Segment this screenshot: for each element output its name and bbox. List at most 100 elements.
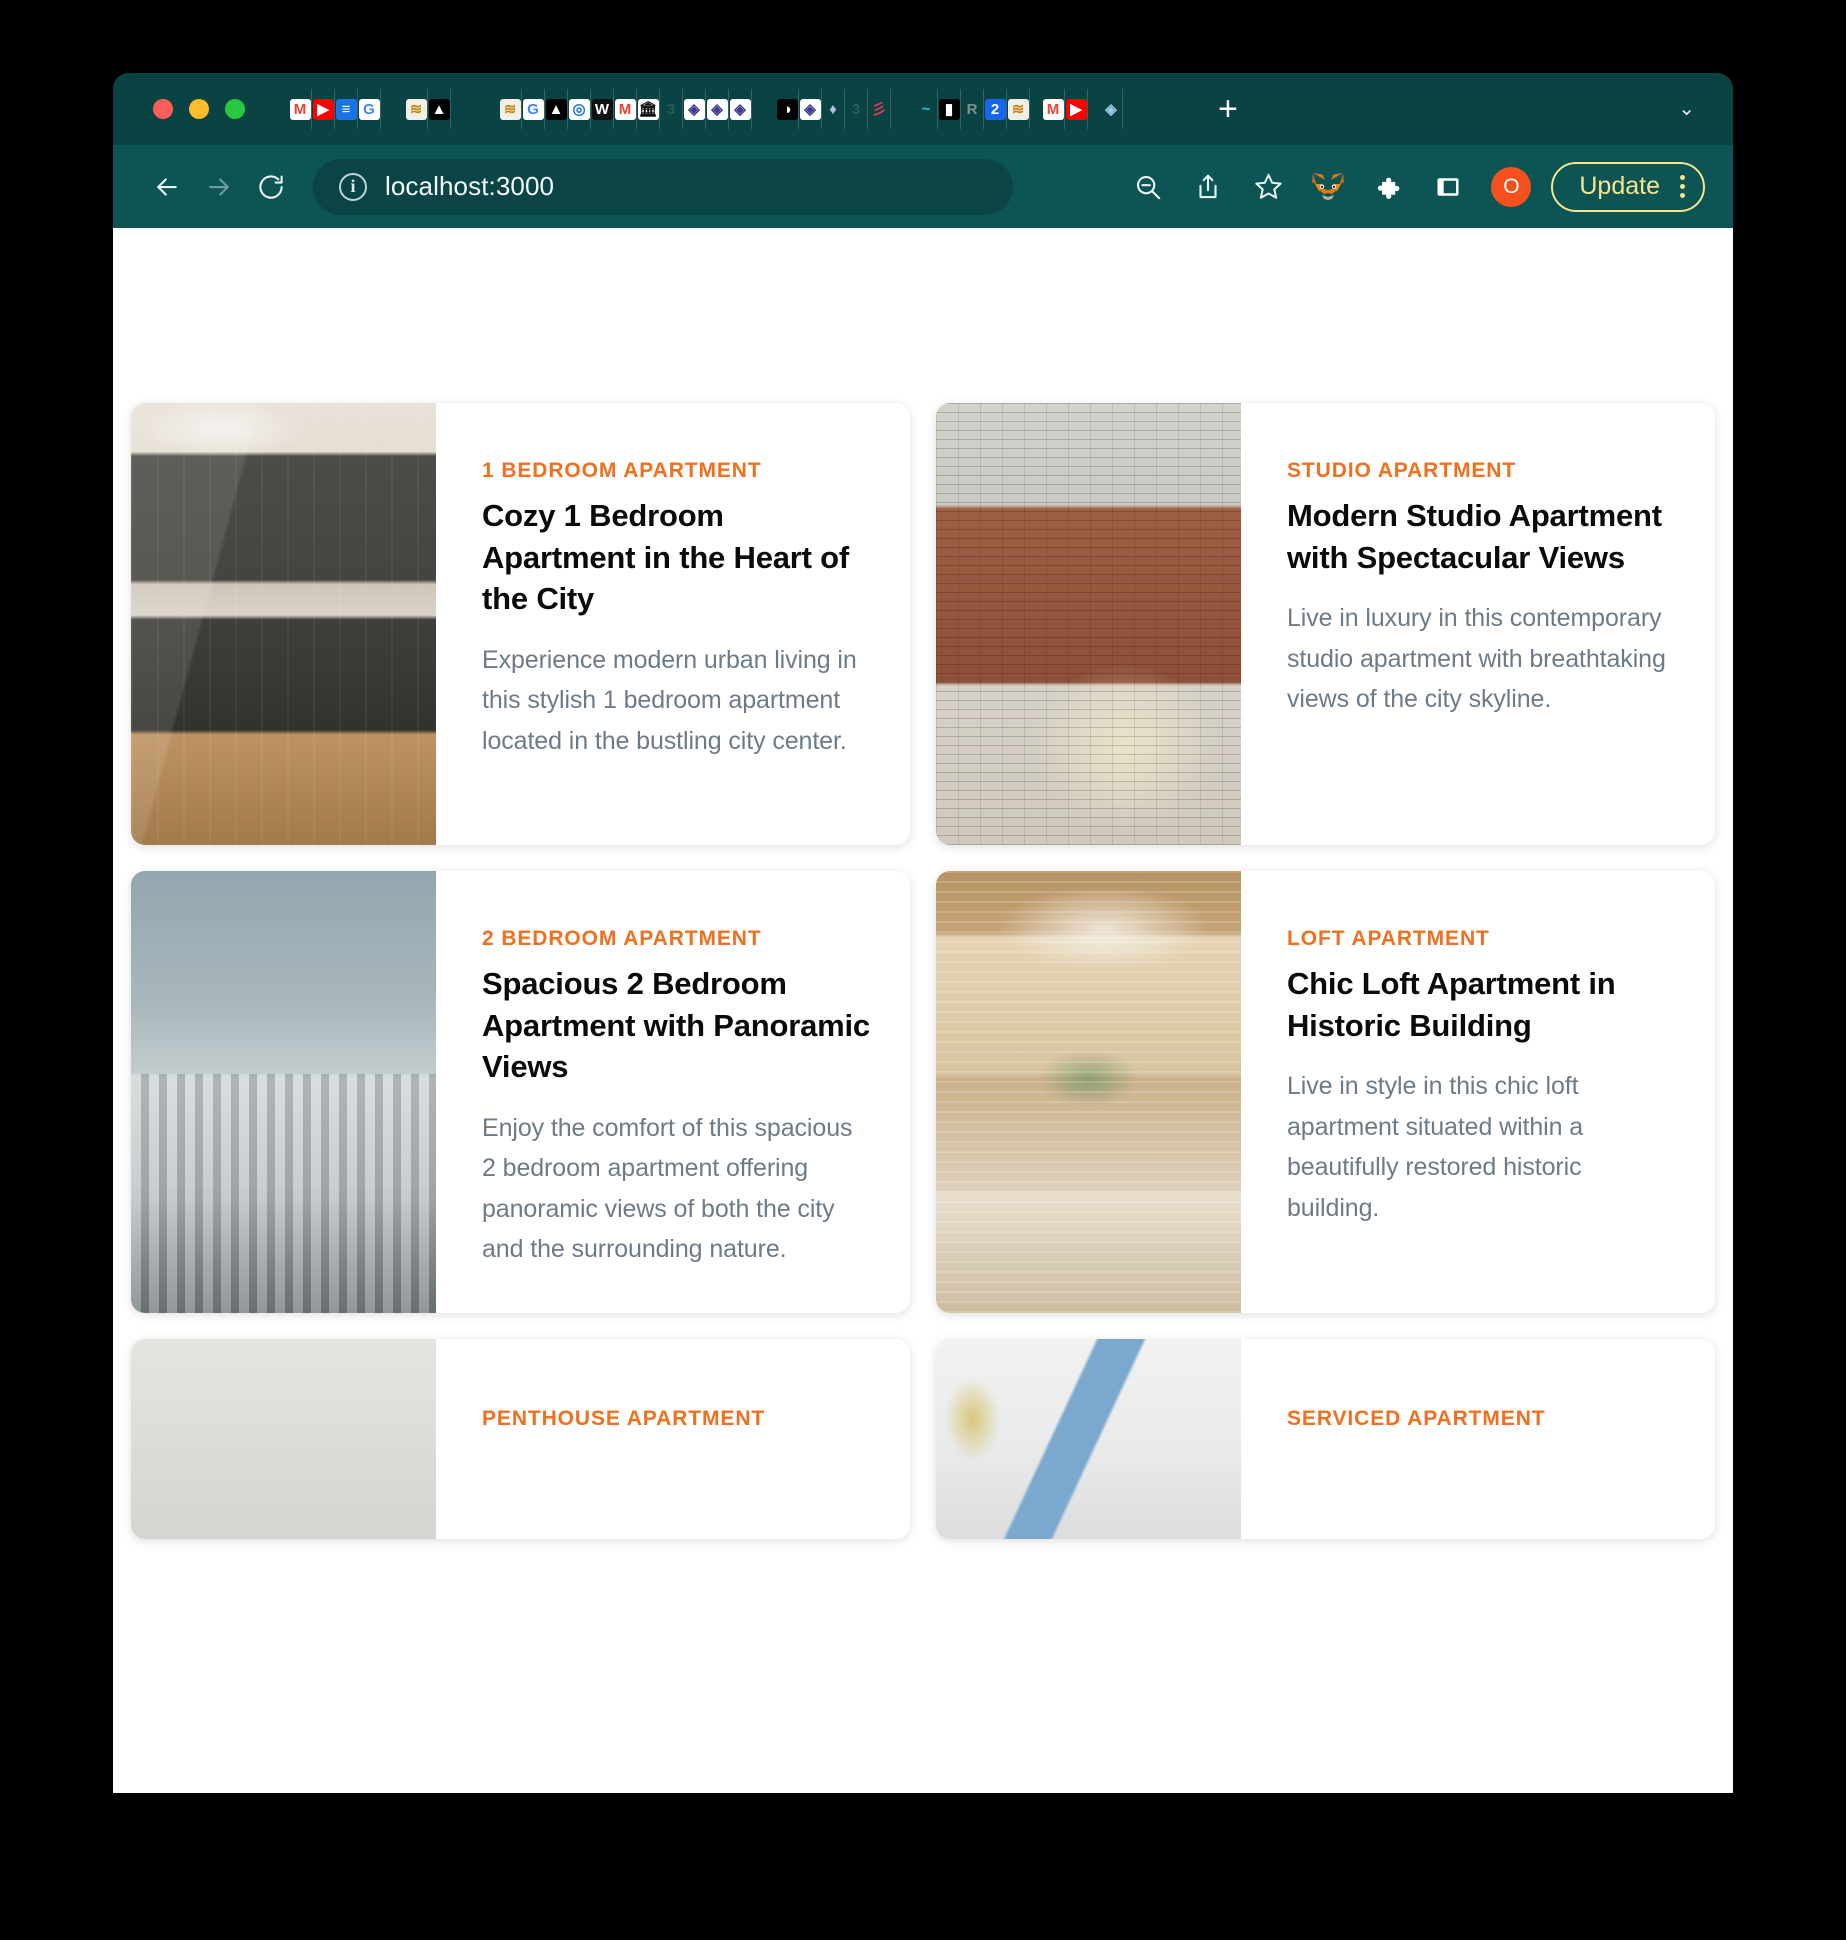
address-bar[interactable]: i localhost:3000: [313, 158, 1013, 215]
listing-card-body: LOFT APARTMENT Chic Loft Apartment in His…: [1241, 871, 1715, 1313]
browser-tab-two-logo[interactable]: 2: [984, 89, 1007, 129]
browser-tab-gmail-2[interactable]: M: [614, 89, 637, 129]
browser-tab-ethereum-5[interactable]: ◈: [1100, 89, 1123, 129]
browser-tab-sui-3[interactable]: ≋: [1007, 89, 1030, 129]
browser-tab-blank-10[interactable]: [903, 89, 915, 129]
browser-tab-ethereum-diamond[interactable]: ♦: [822, 89, 845, 129]
listing-category-label: 2 BEDROOM APARTMENT: [482, 927, 762, 950]
vercel-2-favicon-icon: ▲: [545, 98, 567, 120]
url-text: localhost:3000: [385, 171, 555, 201]
browser-tab-blank-9[interactable]: [891, 89, 903, 129]
browser-tab-blank-11[interactable]: [1030, 89, 1042, 129]
ethereum-diamond-favicon-icon: ♦: [829, 100, 837, 118]
browser-tab-web3-2[interactable]: 3: [845, 89, 868, 129]
tab-strip: M ▶ ≡ G ≋ ▲ ≋ G ▲ ◎ W M 🏛 3 ◈ ◈ ◈ ◑ ◈ ♦ 3 彡 ~ ▮ R 2 ≋ M ▶ ◈ + ⌄: [113, 73, 1733, 145]
browser-tab-ethereum-3[interactable]: ◈: [729, 89, 752, 129]
browser-tab-wikipedia[interactable]: W: [591, 89, 614, 129]
site-info-icon[interactable]: i: [339, 172, 367, 201]
listing-card-body: SERVICED APARTMENT: [1241, 1339, 1715, 1539]
reload-button[interactable]: [245, 161, 297, 213]
browser-tab-r-logo[interactable]: R: [961, 89, 984, 129]
listing-card[interactable]: SERVICED APARTMENT: [936, 1339, 1715, 1539]
browser-tab-dark-square[interactable]: ▮: [938, 89, 961, 129]
close-window-button[interactable]: [153, 99, 173, 119]
browser-tab-blank-12[interactable]: [1088, 89, 1100, 129]
listing-description: Enjoy the comfort of this spacious 2 bed…: [482, 1113, 853, 1264]
browser-tab-google-docs[interactable]: ≡: [335, 89, 358, 129]
google-docs-favicon-icon: ≡: [335, 98, 357, 120]
browser-tab-gmail-3[interactable]: M: [1042, 89, 1065, 129]
browser-tab-youtube-2[interactable]: ▶: [1065, 89, 1088, 129]
listing-card[interactable]: 2 BEDROOM APARTMENT Spacious 2 Bedroom Ap…: [131, 871, 910, 1313]
listing-title: Cozy 1 Bedroom Apartment in the Heart of…: [482, 497, 850, 617]
listing-category-label: PENTHOUSE APARTMENT: [482, 1407, 766, 1430]
browser-tab-sei[interactable]: 彡: [868, 89, 891, 129]
listing-card[interactable]: LOFT APARTMENT Chic Loft Apartment in His…: [936, 871, 1715, 1313]
ethereum-3-favicon-icon: ◈: [729, 98, 751, 120]
sui-3-favicon-icon: ≋: [1007, 98, 1029, 120]
browser-window: M ▶ ≡ G ≋ ▲ ≋ G ▲ ◎ W M 🏛 3 ◈ ◈ ◈ ◑ ◈ ♦ 3 彡 ~ ▮ R 2 ≋ M ▶ ◈ + ⌄ i loc…: [113, 73, 1733, 1793]
two-logo-favicon-icon: 2: [984, 98, 1006, 120]
listing-card[interactable]: 1 BEDROOM APARTMENT Cozy 1 Bedroom Apartm…: [131, 403, 910, 845]
share-button[interactable]: [1181, 160, 1235, 214]
ethereum-4-favicon-icon: ◈: [799, 98, 821, 120]
listing-card[interactable]: PENTHOUSE APARTMENT: [131, 1339, 910, 1539]
browser-tab-vercel[interactable]: ▲: [428, 89, 451, 129]
browser-tab-blank-5[interactable]: [475, 89, 487, 129]
browser-tab-coinbase[interactable]: ~: [915, 89, 938, 129]
browser-tab-blank-7[interactable]: [752, 89, 764, 129]
browser-tab-google-2[interactable]: G: [522, 89, 545, 129]
chevron-down-icon[interactable]: ⌄: [1678, 99, 1695, 119]
browser-tab-blank-8[interactable]: [764, 89, 776, 129]
navigation-bar: i localhost:3000 O Update: [113, 145, 1733, 228]
browser-tab-bank[interactable]: 🏛: [637, 89, 660, 129]
browser-tab-chrome[interactable]: ◎: [568, 89, 591, 129]
listing-description: Live in luxury in this contemporary stud…: [1287, 604, 1666, 714]
update-button[interactable]: Update: [1551, 161, 1705, 212]
browser-tab-ethereum-4[interactable]: ◈: [799, 89, 822, 129]
google-favicon-icon: G: [358, 98, 380, 120]
browser-tab-blank-2[interactable]: [393, 89, 405, 129]
browser-tab-blank-1[interactable]: [381, 89, 393, 129]
browser-toolbar: O Update: [1121, 160, 1705, 214]
browser-tab-moon[interactable]: ◑: [776, 89, 799, 129]
vercel-favicon-icon: ▲: [428, 98, 450, 120]
browser-tab-web3-1[interactable]: 3: [660, 89, 683, 129]
penthouse-photo: [131, 1339, 436, 1539]
browser-tab-gmail[interactable]: M: [289, 89, 312, 129]
browser-tab-ethereum-1[interactable]: ◈: [683, 89, 706, 129]
forward-button[interactable]: [193, 161, 245, 213]
sidebar-panel-icon: [1437, 177, 1459, 196]
web3-2-favicon-icon: 3: [851, 100, 861, 118]
listing-description: Live in style in this chic loft apartmen…: [1287, 1072, 1584, 1222]
listing-card[interactable]: STUDIO APARTMENT Modern Studio Apartment …: [936, 403, 1715, 845]
arrow-right-icon: [209, 177, 229, 196]
sidebar-toggle-button[interactable]: [1421, 160, 1475, 214]
gmail-favicon-icon: M: [289, 98, 311, 120]
back-button[interactable]: [141, 161, 193, 213]
extensions-button[interactable]: [1361, 160, 1415, 214]
arrow-left-icon: [157, 177, 177, 196]
maximize-window-button[interactable]: [225, 99, 245, 119]
coinbase-favicon-icon: ~: [921, 100, 931, 118]
zoom-out-button[interactable]: [1121, 160, 1175, 214]
dark-square-favicon-icon: ▮: [938, 98, 960, 120]
browser-tab-sui[interactable]: ≋: [405, 89, 428, 129]
metamask-button[interactable]: [1301, 160, 1355, 214]
browser-tab-blank-6[interactable]: [487, 89, 499, 129]
browser-tab-blank-3[interactable]: [451, 89, 463, 129]
bookmark-button[interactable]: [1241, 160, 1295, 214]
browser-tab-youtube[interactable]: ▶: [312, 89, 335, 129]
minimize-window-button[interactable]: [189, 99, 209, 119]
new-tab-button[interactable]: +: [1218, 92, 1238, 126]
browser-tab-vercel-2[interactable]: ▲: [545, 89, 568, 129]
listing-category-label: SERVICED APARTMENT: [1287, 1407, 1546, 1430]
browser-tab-blank-4[interactable]: [463, 89, 475, 129]
browser-tab-ethereum-2[interactable]: ◈: [706, 89, 729, 129]
listing-card-body: PENTHOUSE APARTMENT: [436, 1339, 910, 1539]
profile-avatar[interactable]: O: [1491, 166, 1532, 207]
browser-tab-sui-2[interactable]: ≋: [499, 89, 522, 129]
kebab-menu-icon[interactable]: [1680, 175, 1685, 198]
browser-tab-google[interactable]: G: [358, 89, 381, 129]
metamask-fox-icon: [1312, 172, 1345, 200]
